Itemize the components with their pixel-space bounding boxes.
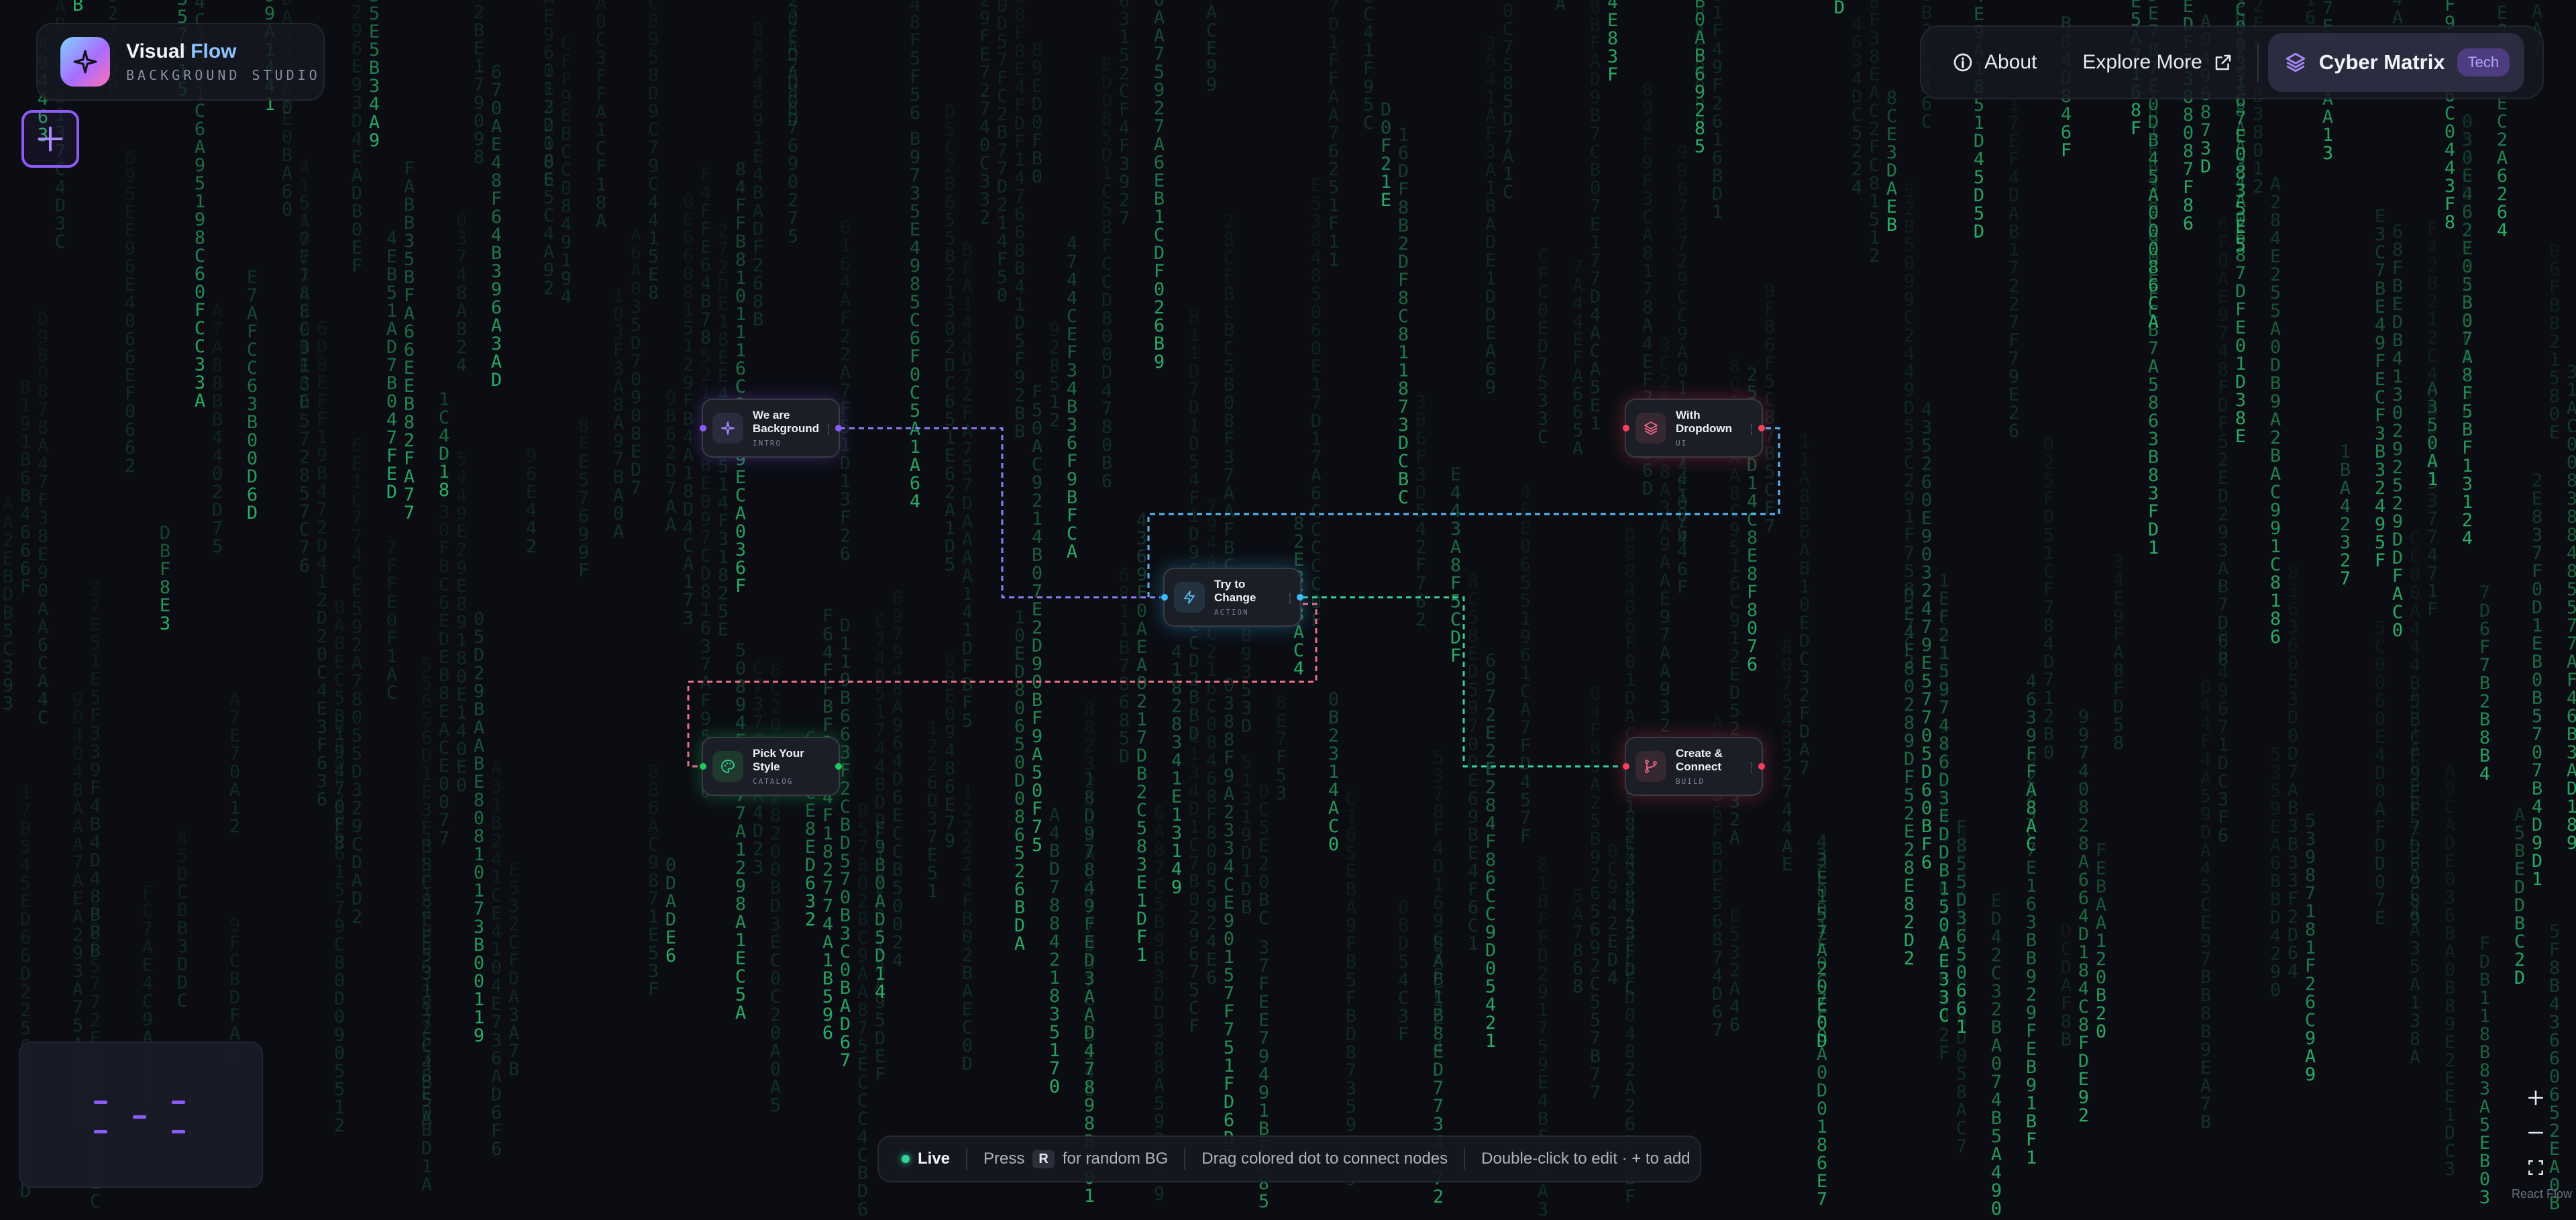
minimap-node — [172, 1130, 185, 1133]
theme-selector[interactable]: Cyber Matrix Tech — [2267, 33, 2524, 92]
node-subtitle: INTRO — [753, 439, 819, 448]
press-label: Press — [983, 1150, 1024, 1168]
nav-divider — [2257, 43, 2259, 82]
top-nav: About Explore More Cyber Matrix Tech — [1920, 26, 2544, 99]
sparkle-icon — [712, 413, 743, 444]
brand-subtitle: BACKGROUND STUDIO — [126, 67, 321, 83]
node-input-handle[interactable] — [700, 763, 706, 770]
fit-view-button[interactable] — [2517, 1150, 2555, 1185]
drag-grip-icon[interactable] — [828, 424, 832, 435]
shortcut-key: R — [1032, 1150, 1055, 1168]
theme-badge: Tech — [2457, 48, 2510, 77]
minimap-node — [172, 1101, 185, 1104]
node-create-connect[interactable]: Create & Connect BUILD — [1623, 737, 1765, 796]
status-divider — [1184, 1148, 1186, 1170]
layers-icon — [1635, 413, 1666, 444]
minimap-node — [133, 1115, 146, 1119]
node-output-handle[interactable] — [835, 425, 842, 431]
react-flow-attribution[interactable]: React Flow — [2512, 1187, 2572, 1201]
node-output-handle[interactable] — [1758, 425, 1765, 431]
about-link[interactable]: About — [1952, 27, 2037, 98]
live-indicator-dot — [902, 1155, 910, 1163]
palette-icon — [712, 751, 743, 782]
minus-icon — [2528, 1131, 2544, 1134]
node-dropdown[interactable]: With Dropdown UI — [1623, 399, 1765, 458]
branch-icon — [1635, 751, 1666, 782]
node-try-to-change[interactable]: Try to Change ACTION — [1161, 568, 1303, 627]
node-input-handle[interactable] — [1161, 594, 1168, 601]
node-output-handle[interactable] — [1297, 594, 1303, 601]
live-label: Live — [918, 1150, 950, 1168]
status-divider — [1464, 1148, 1466, 1170]
layers-icon — [2286, 52, 2305, 72]
drag-grip-icon[interactable] — [1751, 762, 1755, 773]
explore-more-link[interactable]: Explore More — [2082, 27, 2233, 98]
fit-view-icon — [2528, 1160, 2543, 1175]
plus-icon — [38, 126, 63, 152]
zoom-out-button[interactable] — [2517, 1115, 2555, 1150]
node-subtitle: UI — [1676, 439, 1732, 448]
node-title: Create & Connect — [1676, 747, 1723, 774]
zoom-controls — [2517, 1080, 2555, 1185]
drag-hint: Drag colored dot to connect nodes — [1201, 1150, 1448, 1168]
node-subtitle: BUILD — [1676, 777, 1723, 786]
node-output-handle[interactable] — [1758, 763, 1765, 770]
node-background[interactable]: We are Background INTRO — [700, 399, 842, 458]
brand-panel: Visual Flow BACKGROUND STUDIO — [36, 23, 325, 101]
minimap-node — [94, 1130, 107, 1133]
drag-grip-icon[interactable] — [1751, 424, 1755, 435]
node-output-handle[interactable] — [835, 763, 842, 770]
status-divider — [966, 1148, 968, 1170]
node-input-handle[interactable] — [700, 425, 706, 431]
node-subtitle: ACTION — [1214, 608, 1256, 617]
node-subtitle: CATALOG — [753, 777, 804, 786]
plus-icon — [2528, 1090, 2544, 1106]
theme-label: Cyber Matrix — [2319, 50, 2445, 74]
node-input-handle[interactable] — [1623, 425, 1629, 431]
brand-title: Visual Flow — [126, 40, 321, 63]
add-node-button[interactable] — [21, 110, 79, 168]
info-icon — [1953, 53, 1972, 72]
status-bar: Live Press R for random BG Drag colored … — [877, 1135, 1701, 1182]
drag-grip-icon[interactable] — [1289, 593, 1293, 604]
minimap[interactable] — [19, 1041, 263, 1188]
random-bg-hint: for random BG — [1063, 1150, 1168, 1168]
node-title: Try to Change — [1214, 578, 1256, 605]
zoom-in-button[interactable] — [2517, 1080, 2555, 1115]
node-pick-your-style[interactable]: Pick Your Style CATALOG — [700, 737, 842, 796]
node-title: We are Background — [753, 409, 819, 436]
node-title: Pick Your Style — [753, 747, 804, 774]
edit-hint: Double-click to edit · + to add — [1481, 1150, 1690, 1168]
external-link-icon — [2215, 54, 2231, 70]
node-input-handle[interactable] — [1623, 763, 1629, 770]
sparkle-icon — [60, 37, 110, 87]
bolt-icon — [1174, 582, 1205, 613]
minimap-node — [94, 1101, 107, 1104]
node-title: With Dropdown — [1676, 409, 1732, 436]
